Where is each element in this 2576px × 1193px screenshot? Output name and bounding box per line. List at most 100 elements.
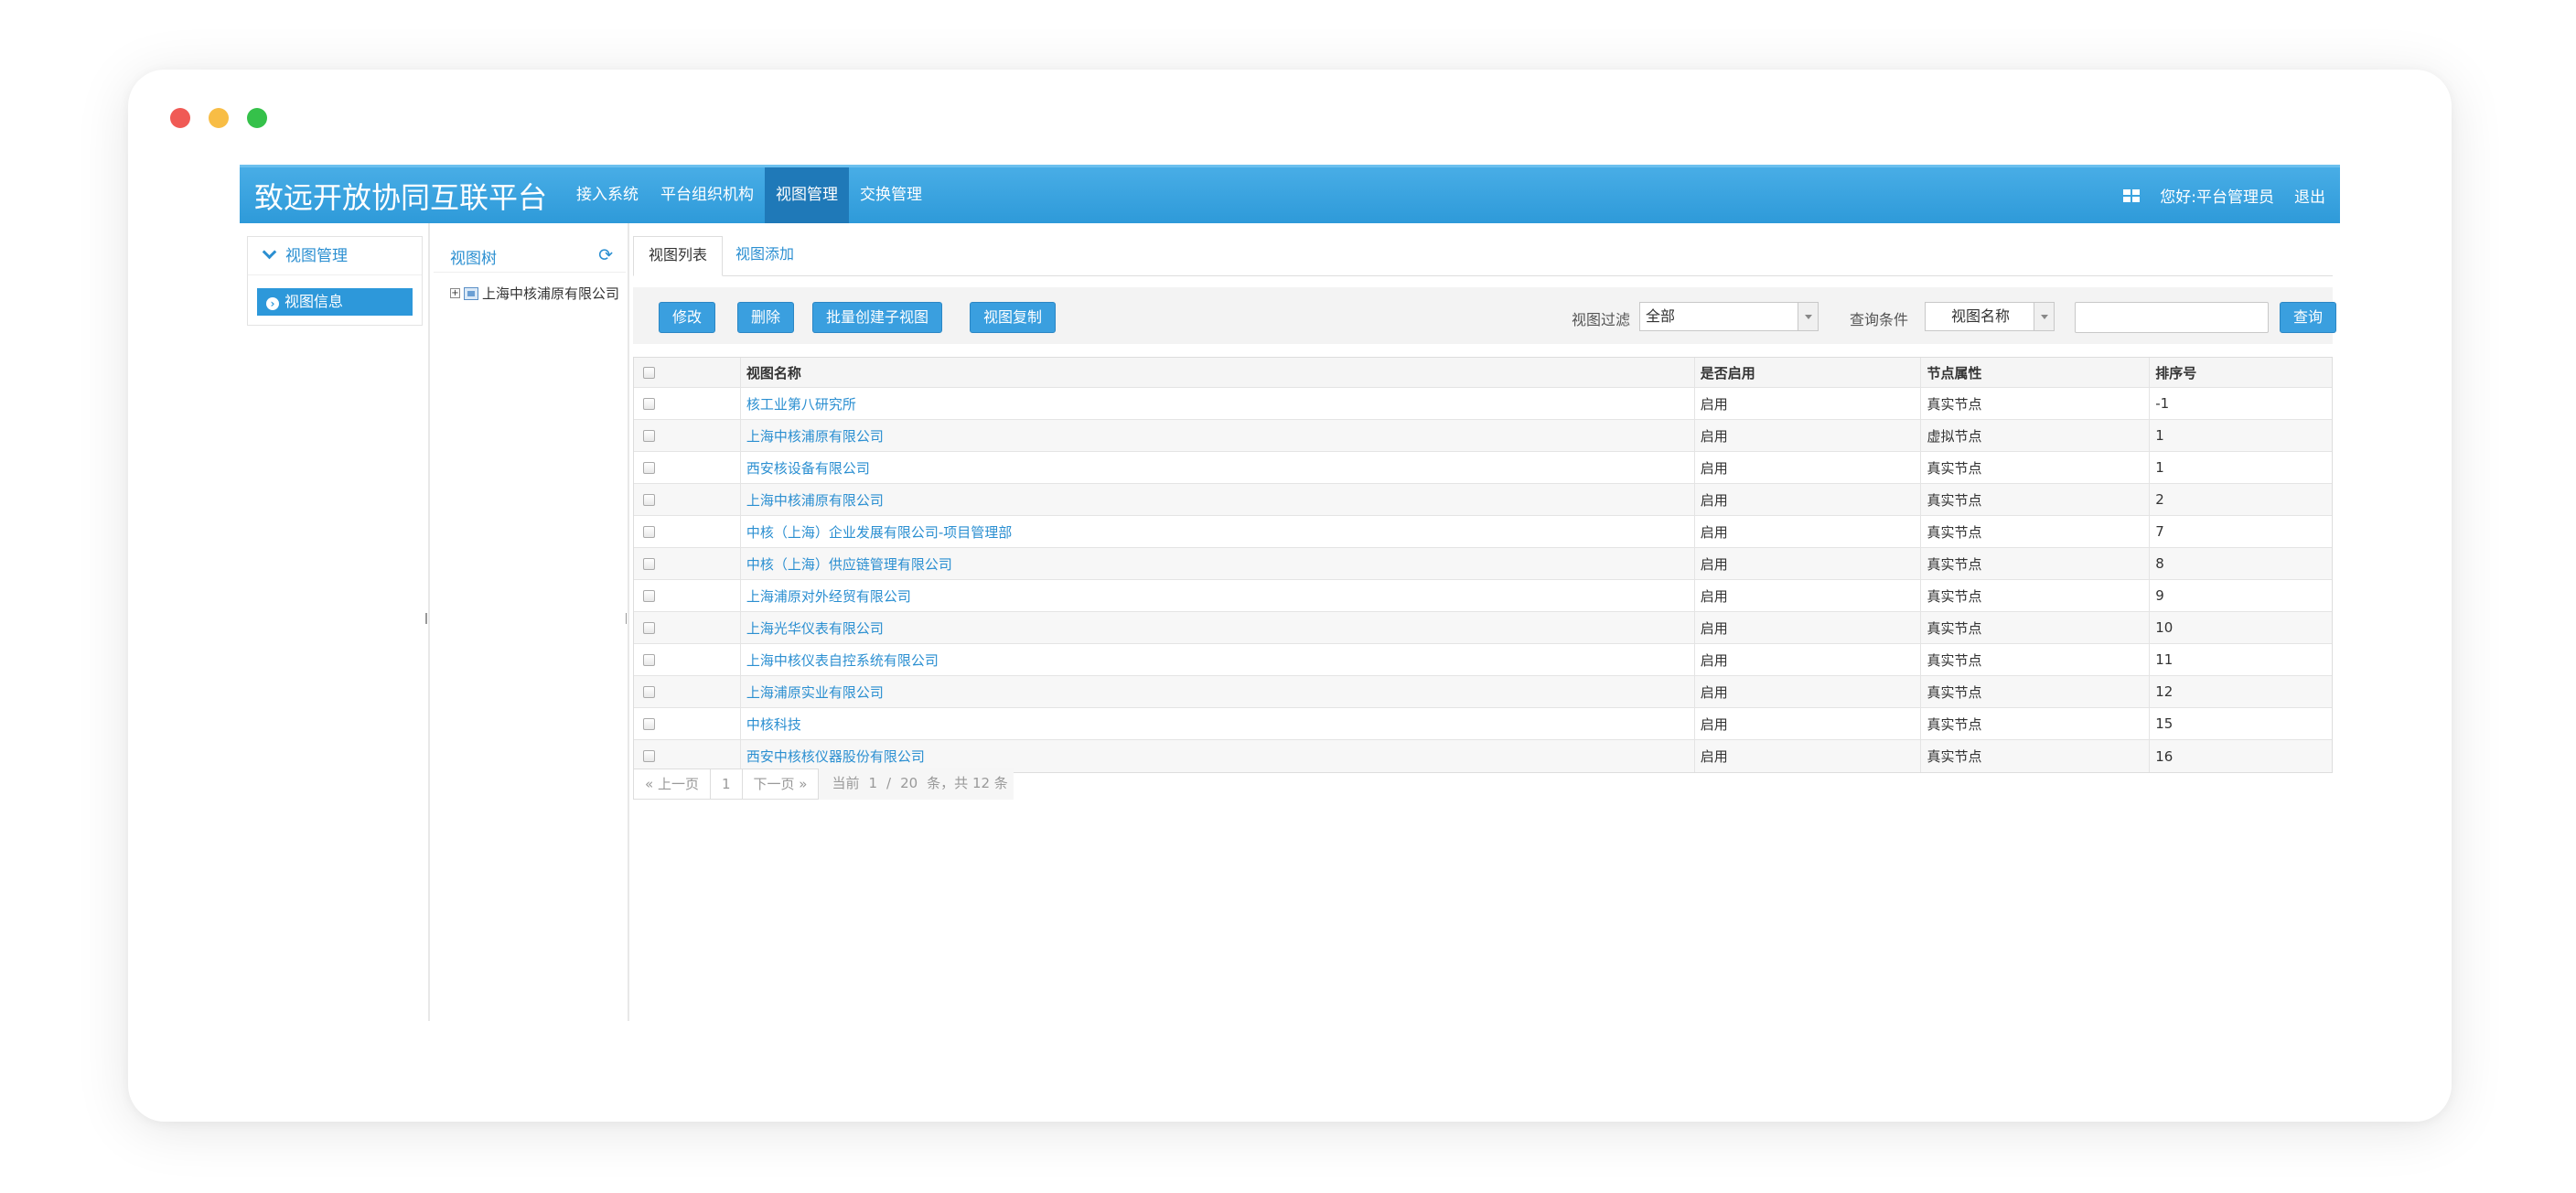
table-row[interactable]: 中核（上海）供应链管理有限公司 启用 真实节点 8 — [634, 548, 2332, 580]
column-header-order[interactable]: 排序号 — [2150, 358, 2332, 387]
logout-link[interactable]: 退出 — [2294, 184, 2325, 207]
column-header-enabled[interactable]: 是否启用 — [1695, 358, 1922, 387]
menu-item-view-info[interactable]: › 视图信息 — [257, 288, 413, 316]
view-name-link[interactable]: 上海浦原实业有限公司 — [741, 676, 1695, 707]
view-name-link[interactable]: 西安核设备有限公司 — [741, 452, 1695, 483]
grid-menu-icon[interactable] — [2123, 188, 2141, 202]
row-checkbox[interactable] — [643, 429, 655, 442]
table-row[interactable]: 核工业第八研究所 启用 真实节点 -1 — [634, 388, 2332, 420]
batch-create-subview-button[interactable]: 批量创建子视图 — [812, 302, 943, 333]
row-checkbox[interactable] — [643, 717, 655, 730]
tree-header: 视图树 ⟳ — [434, 236, 626, 273]
query-field-select[interactable]: 视图名称 — [1925, 302, 2055, 331]
view-name-link[interactable]: 核工业第八研究所 — [741, 388, 1695, 419]
tab-bar: 视图列表 视图添加 — [633, 236, 2333, 276]
view-name-link[interactable]: 中核（上海）供应链管理有限公司 — [741, 548, 1695, 579]
delete-button[interactable]: 删除 — [737, 302, 795, 333]
view-name-link[interactable]: 上海光华仪表有限公司 — [741, 612, 1695, 643]
tree-title: 视图树 — [450, 250, 497, 268]
menu-item-label: 视图信息 — [284, 293, 344, 310]
collapse-left-handle-icon[interactable] — [425, 613, 429, 624]
order-cell: 1 — [2155, 459, 2164, 476]
column-header-node-type[interactable]: 节点属性 — [1921, 358, 2151, 387]
query-field-value: 视图名称 — [1951, 307, 2011, 325]
tree-node[interactable]: + 上海中核浦原有限公司 — [450, 284, 619, 303]
tab-view-list[interactable]: 视图列表 — [633, 236, 724, 276]
left-menu-header[interactable]: 视图管理 — [248, 237, 422, 275]
table-row[interactable]: 中核（上海）企业发展有限公司-项目管理部 启用 真实节点 7 — [634, 516, 2332, 548]
row-checkbox[interactable] — [643, 621, 655, 634]
node-type-cell: 真实节点 — [1921, 708, 2151, 739]
chevron-down-icon — [262, 244, 277, 260]
dropdown-arrow-icon[interactable] — [2034, 303, 2054, 330]
table-row[interactable]: 上海中核浦原有限公司 启用 虚拟节点 1 — [634, 420, 2332, 452]
row-checkbox[interactable] — [643, 557, 655, 570]
nav-item-access-system[interactable]: 接入系统 — [565, 167, 649, 223]
view-name-link[interactable]: 上海中核仪表自控系统有限公司 — [741, 644, 1695, 675]
table-row[interactable]: 上海光华仪表有限公司 启用 真实节点 10 — [634, 612, 2332, 644]
table-row[interactable]: 中核科技 启用 真实节点 15 — [634, 708, 2332, 740]
search-input[interactable] — [2075, 302, 2269, 333]
prev-page-button[interactable]: « 上一页 — [633, 768, 711, 800]
close-window-button[interactable] — [170, 108, 190, 128]
maximize-window-button[interactable] — [247, 108, 267, 128]
tree-node-label[interactable]: 上海中核浦原有限公司 — [482, 284, 619, 303]
table-row[interactable]: 上海浦原实业有限公司 启用 真实节点 12 — [634, 676, 2332, 708]
view-name-link[interactable]: 中核（上海）企业发展有限公司-项目管理部 — [741, 516, 1695, 547]
user-greeting: 您好:平台管理员 — [2160, 188, 2274, 207]
refresh-icon[interactable]: ⟳ — [598, 245, 613, 265]
current-page-input[interactable]: 1 — [868, 768, 877, 800]
view-name-link[interactable]: 上海浦原对外经贸有限公司 — [741, 580, 1695, 611]
enabled-cell: 启用 — [1695, 580, 1922, 611]
minimize-window-button[interactable] — [209, 108, 229, 128]
column-header-view-name[interactable]: 视图名称 — [741, 358, 1695, 387]
browser-window: 致远开放协同互联平台 接入系统 平台组织机构 视图管理 交换管理 您好:平台管理… — [128, 70, 2452, 1122]
table-row[interactable]: 上海中核浦原有限公司 启用 真实节点 2 — [634, 484, 2332, 516]
nav-item-org[interactable]: 平台组织机构 — [649, 167, 765, 223]
nav-item-view-management[interactable]: 视图管理 — [765, 167, 849, 223]
page-size-input[interactable]: 20 — [900, 768, 918, 800]
row-checkbox[interactable] — [643, 589, 655, 602]
table-row[interactable]: 上海浦原对外经贸有限公司 启用 真实节点 9 — [634, 580, 2332, 612]
dropdown-arrow-icon[interactable] — [1798, 303, 1818, 330]
row-checkbox[interactable] — [643, 653, 655, 666]
view-name-link[interactable]: 上海中核浦原有限公司 — [741, 484, 1695, 515]
view-name-link[interactable]: 西安中核核仪器股份有限公司 — [741, 740, 1695, 772]
toolbar: 修改 删除 批量创建子视图 视图复制 视图过滤 全部 查询条件 视图名称 查询 — [633, 287, 2337, 344]
copy-view-button[interactable]: 视图复制 — [970, 302, 1057, 333]
enabled-cell: 启用 — [1695, 612, 1922, 643]
order-cell: 9 — [2155, 587, 2164, 604]
view-filter-select[interactable]: 全部 — [1639, 302, 1819, 331]
search-button[interactable]: 查询 — [2280, 302, 2337, 333]
view-table: 视图名称 是否启用 节点属性 排序号 核工业第八研究所 启用 真实节点 -1 上海中核浦… — [633, 357, 2333, 773]
next-page-button[interactable]: 下一页 » — [741, 768, 820, 800]
node-type-cell: 真实节点 — [1921, 548, 2151, 579]
table-row[interactable]: 西安中核核仪器股份有限公司 启用 真实节点 16 — [634, 740, 2332, 772]
view-name-link[interactable]: 上海中核浦原有限公司 — [741, 420, 1695, 451]
select-all-checkbox[interactable] — [643, 366, 655, 379]
row-checkbox[interactable] — [643, 750, 655, 762]
order-cell: 7 — [2155, 523, 2164, 540]
nav-item-exchange-management[interactable]: 交换管理 — [849, 167, 933, 223]
row-checkbox[interactable] — [643, 685, 655, 698]
order-cell: 12 — [2155, 683, 2174, 700]
edit-button[interactable]: 修改 — [659, 302, 716, 333]
window-controls — [170, 108, 267, 128]
page-separator: / — [886, 775, 892, 791]
table-row[interactable]: 上海中核仪表自控系统有限公司 启用 真实节点 11 — [634, 644, 2332, 676]
row-checkbox[interactable] — [643, 525, 655, 538]
org-node-icon — [464, 286, 478, 300]
node-type-cell: 真实节点 — [1921, 452, 2151, 483]
page-number-button[interactable]: 1 — [709, 768, 743, 800]
table-row[interactable]: 西安核设备有限公司 启用 真实节点 1 — [634, 452, 2332, 484]
row-checkbox[interactable] — [643, 493, 655, 506]
tab-view-add[interactable]: 视图添加 — [721, 236, 809, 276]
node-type-cell: 真实节点 — [1921, 612, 2151, 643]
node-type-cell: 真实节点 — [1921, 580, 2151, 611]
expand-icon[interactable]: + — [450, 288, 460, 298]
row-checkbox[interactable] — [643, 397, 655, 410]
pagination: « 上一页 1 下一页 » 当前 1 / 20 条，共 12 条 — [633, 768, 1014, 800]
row-checkbox[interactable] — [643, 461, 655, 474]
node-type-cell: 真实节点 — [1921, 644, 2151, 675]
view-name-link[interactable]: 中核科技 — [741, 708, 1695, 739]
